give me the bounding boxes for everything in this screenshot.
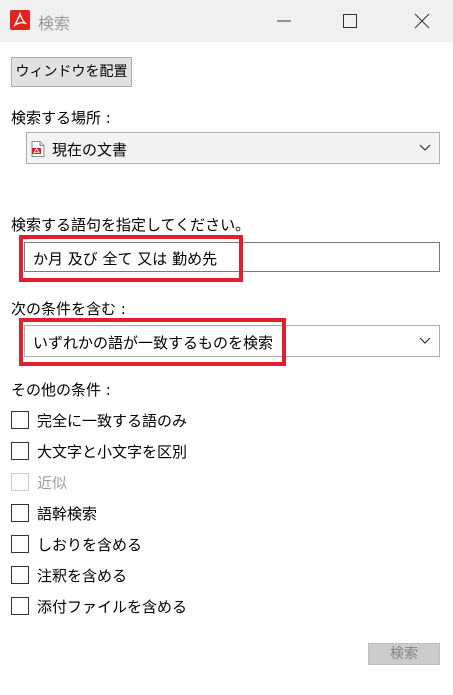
title-bar: 検索 <box>0 0 453 42</box>
maximize-button[interactable] <box>320 0 380 42</box>
criteria-label: 次の条件を含む : <box>11 300 126 318</box>
option-label: 大文字と小文字を区別 <box>37 443 188 461</box>
location-select[interactable]: 現在の文書 <box>26 132 440 164</box>
checkbox[interactable] <box>11 597 29 615</box>
location-label: 検索する場所 : <box>11 109 111 127</box>
pdf-document-icon <box>31 141 45 161</box>
minimize-icon <box>277 20 291 22</box>
chevron-down-icon <box>419 337 431 344</box>
checkbox[interactable] <box>11 442 29 460</box>
option-label: 添付ファイルを含める <box>37 598 188 616</box>
query-label: 検索する語句を指定してください。 <box>11 216 251 234</box>
search-term-value: か月 及び 全て 又は 勤め先 <box>33 250 218 268</box>
close-icon <box>414 13 430 29</box>
checkbox <box>11 473 29 491</box>
checkbox[interactable] <box>11 535 29 553</box>
option-label: しおりを含める <box>37 536 143 554</box>
option-label: 注釈を含める <box>37 567 128 585</box>
close-button[interactable] <box>392 0 452 42</box>
acrobat-icon <box>10 10 30 30</box>
checkbox[interactable] <box>11 504 29 522</box>
other-criteria-label: その他の条件 : <box>11 381 111 399</box>
maximize-icon <box>343 14 357 28</box>
search-button[interactable]: 検索 <box>368 643 440 665</box>
arrange-windows-button[interactable]: ウィンドウを配置 <box>11 57 132 87</box>
option-label: 完全に一致する語のみ <box>37 412 188 430</box>
window-title: 検索 <box>38 14 71 33</box>
minimize-button[interactable] <box>254 0 314 42</box>
option-label: 近似 <box>37 474 68 492</box>
criteria-selected: いずれかの語が一致するものを検索 <box>33 334 274 352</box>
location-selected: 現在の文書 <box>52 141 128 159</box>
checkbox[interactable] <box>11 566 29 584</box>
chevron-down-icon <box>419 144 431 151</box>
search-term-input[interactable]: か月 及び 全て 又は 勤め先 <box>24 242 440 272</box>
option-label: 語幹検索 <box>37 505 98 523</box>
criteria-select[interactable]: いずれかの語が一致するものを検索 <box>24 325 440 357</box>
checkbox[interactable] <box>11 411 29 429</box>
